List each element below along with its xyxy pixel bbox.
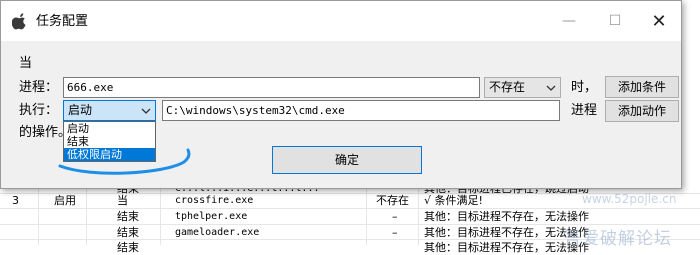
when-label: 当: [19, 56, 33, 71]
row-mode: 结束: [117, 241, 139, 254]
add-condition-button[interactable]: 添加条件: [605, 76, 679, 98]
process-input[interactable]: 666.exe: [63, 77, 480, 98]
row-exists: 不存在: [376, 194, 409, 207]
condition-select[interactable]: 不存在: [484, 77, 561, 98]
exec-path-input[interactable]: C:\windows\system32\cmd.exe: [162, 100, 560, 121]
close-icon: ✕: [651, 10, 667, 32]
row-exists: –: [392, 226, 398, 239]
dropdown-option-start[interactable]: 启动: [64, 122, 155, 135]
add-action-button[interactable]: 添加动作: [605, 100, 679, 122]
window-title: 任务配置: [36, 14, 89, 29]
table-row[interactable]: 结束 tphelper.exe – 其他：目标进程不存在，无法操作: [0, 209, 700, 224]
title-bar[interactable]: 任务配置 — ☐ ✕: [1, 1, 681, 41]
dropdown-option-end[interactable]: 结束: [64, 135, 155, 148]
row-mode: 结束: [117, 210, 139, 223]
row-note: 其他：目标进程不存在，无法操作: [424, 210, 589, 223]
task-config-dialog: 任务配置 — ☐ ✕ 当 进程： 666.exe 不存在 时， 添加条件 执行：…: [0, 0, 682, 189]
row-note: √ 条件满足!: [424, 194, 483, 207]
confirm-button[interactable]: 确定: [272, 146, 422, 174]
chevron-down-icon: [546, 85, 556, 91]
process-label: 进程：: [19, 80, 59, 95]
row-mode: 当: [117, 194, 128, 207]
exec-mode-dropdown-list: 启动 结束 低权限启动: [63, 121, 156, 162]
time-label: 时，: [571, 80, 598, 95]
exec-mode-select-value: 启动: [68, 103, 93, 117]
row-status: 启用: [54, 194, 76, 207]
maximize-button[interactable]: ☐: [592, 1, 638, 41]
row-process-name: tphelper.exe: [175, 211, 248, 222]
apple-icon: [12, 13, 26, 30]
exec-mode-select[interactable]: 启动: [63, 100, 156, 121]
minimize-button[interactable]: —: [546, 1, 592, 41]
watermark-text: 吾爱破解论坛: [564, 229, 672, 249]
row-process-name: gameloader.exe: [175, 227, 260, 238]
exec-label: 执行：: [19, 103, 59, 118]
dropdown-option-low-privilege-start[interactable]: 低权限启动: [64, 148, 155, 161]
row-number: 3: [12, 194, 19, 207]
process-suffix-label: 进程: [571, 103, 598, 118]
chevron-down-icon: [141, 108, 151, 114]
watermark-url: www.52pojie.cn: [582, 192, 677, 206]
condition-select-value: 不存在: [489, 80, 526, 94]
row-process-name: crossfire.exe: [175, 195, 254, 206]
row-mode: 结束: [117, 226, 139, 239]
maximize-icon: ☐: [608, 13, 622, 29]
row-exists: –: [392, 210, 398, 223]
close-button[interactable]: ✕: [636, 1, 682, 41]
minimize-icon: —: [562, 13, 576, 29]
